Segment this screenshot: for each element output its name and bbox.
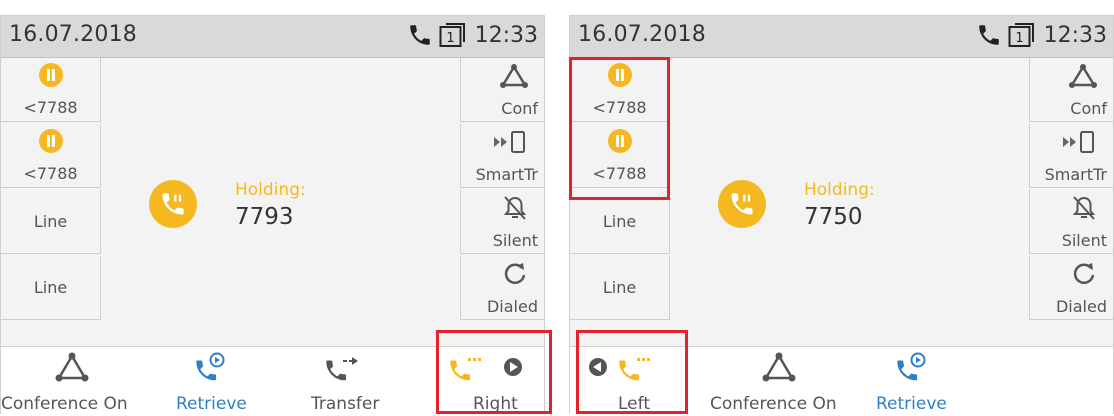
line-key-label: <7788 — [23, 164, 78, 183]
highlight-frame — [569, 57, 670, 200]
softkey-label: Silent — [492, 231, 538, 250]
softkey-label: Conf — [1070, 99, 1107, 118]
date: 16.07.2018 — [578, 22, 706, 47]
line-badge-number: 1 — [446, 31, 454, 46]
bottom-key-label: Transfer — [311, 394, 380, 414]
redial-icon — [1069, 260, 1099, 292]
conference-on-button[interactable]: Conference On — [1, 347, 141, 416]
softkey-label: SmartTr — [1044, 165, 1107, 184]
smart-transfer-icon — [490, 128, 530, 160]
conference-icon — [498, 62, 530, 94]
call-number: 7793 — [235, 204, 294, 230]
held-call-icon — [149, 180, 197, 228]
bottom-key-label: Retrieve — [876, 394, 947, 414]
phone-icon — [976, 22, 1002, 48]
softkey-silent[interactable]: Silent — [1029, 190, 1113, 254]
softkey-dialed[interactable]: Dialed — [1029, 256, 1113, 320]
retrieve-button[interactable]: Retrieve — [870, 347, 970, 416]
highlight-frame — [436, 330, 552, 414]
line-1-icon: 1 — [439, 22, 469, 48]
line-key-label: <7788 — [23, 98, 78, 117]
softkey-label: SmartTr — [475, 165, 538, 184]
status-bar: 16.07.2018 1 12:33 — [570, 16, 1113, 58]
retrieve-button[interactable]: Retrieve — [166, 347, 266, 416]
hold-icon — [38, 128, 64, 158]
phone-icon — [407, 22, 433, 48]
line-1-icon: 1 — [1008, 22, 1038, 48]
smart-transfer-icon — [1059, 128, 1099, 160]
call-status: Holding: — [804, 180, 875, 200]
conference-icon — [53, 351, 91, 387]
call-number: 7750 — [804, 204, 863, 230]
conference-on-button[interactable]: Conference On — [710, 347, 850, 416]
hold-icon — [38, 62, 64, 92]
status-bar: 16.07.2018 1 12:33 — [1, 16, 544, 58]
line-key-hold-1[interactable]: <7788 — [1, 58, 101, 122]
time: 12:33 — [474, 22, 538, 48]
conference-icon — [1067, 62, 1099, 94]
silent-icon — [500, 194, 530, 226]
redial-icon — [500, 260, 530, 292]
transfer-button[interactable]: Transfer — [301, 347, 401, 416]
conference-icon — [760, 351, 798, 387]
line-badge-number: 1 — [1015, 31, 1023, 46]
retrieve-icon — [191, 351, 229, 389]
softkey-label: Dialed — [486, 297, 538, 316]
held-call-icon — [718, 180, 766, 228]
line-key-3[interactable]: Line — [1, 190, 101, 254]
line-key-label: Line — [33, 212, 68, 231]
bottom-key-label: Retrieve — [176, 394, 247, 414]
softkey-conf[interactable]: Conf — [1029, 58, 1113, 122]
line-key-hold-2[interactable]: <7788 — [1, 124, 101, 188]
silent-icon — [1069, 194, 1099, 226]
highlight-frame — [576, 330, 688, 414]
softkey-conf[interactable]: Conf — [460, 58, 544, 122]
date: 16.07.2018 — [9, 22, 137, 47]
time: 12:33 — [1043, 22, 1107, 48]
transfer-icon — [321, 351, 361, 389]
softkey-label: Silent — [1061, 231, 1107, 250]
line-key-label: Line — [602, 278, 637, 297]
retrieve-icon — [892, 351, 930, 389]
softkey-dialed[interactable]: Dialed — [460, 256, 544, 320]
softkey-label: Conf — [501, 99, 538, 118]
softkey-smarttransfer[interactable]: SmartTr — [1029, 124, 1113, 188]
softkey-silent[interactable]: Silent — [460, 190, 544, 254]
line-key-label: Line — [33, 278, 68, 297]
bottom-key-label: Conference On — [710, 394, 837, 414]
line-key-4[interactable]: Line — [1, 256, 101, 320]
line-key-label: Line — [602, 212, 637, 231]
softkey-smarttransfer[interactable]: SmartTr — [460, 124, 544, 188]
call-status: Holding: — [235, 180, 306, 200]
bottom-key-label: Conference On — [1, 394, 128, 414]
line-key-4[interactable]: Line — [570, 256, 670, 320]
softkey-label: Dialed — [1055, 297, 1107, 316]
